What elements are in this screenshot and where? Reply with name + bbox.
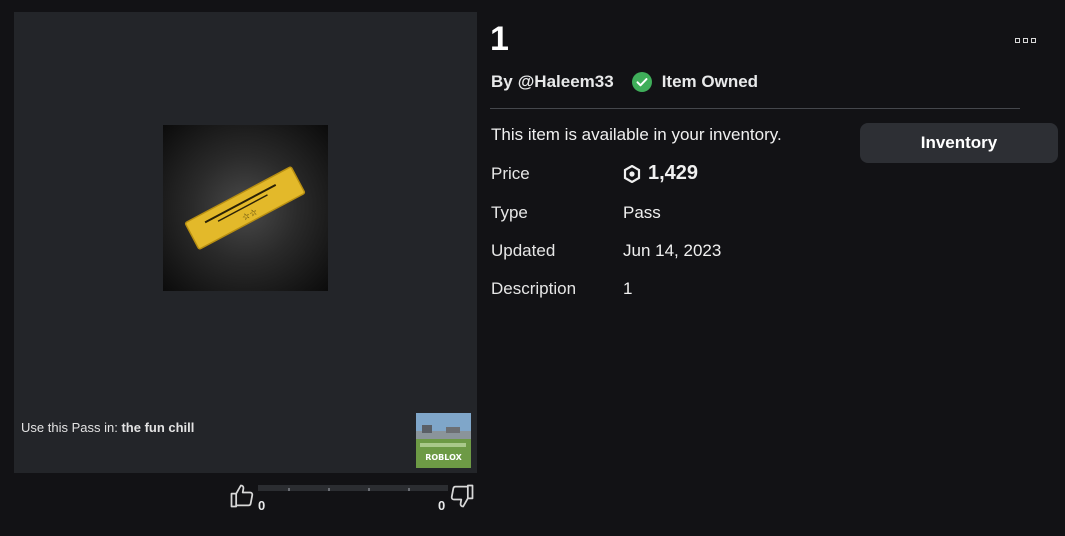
inventory-button[interactable]: Inventory bbox=[860, 123, 1058, 163]
updated-label: Updated bbox=[491, 241, 556, 260]
place-thumbnail[interactable]: ROBLOX bbox=[416, 413, 471, 468]
robux-icon bbox=[623, 164, 641, 183]
description-value: 1 bbox=[623, 279, 633, 298]
item-title: 1 bbox=[490, 20, 509, 58]
price-value: 1,429 bbox=[648, 162, 699, 184]
updated-value: Jun 14, 2023 bbox=[623, 241, 722, 260]
more-options-icon[interactable] bbox=[1015, 34, 1041, 46]
divider bbox=[490, 108, 1020, 109]
creator-link[interactable]: @Haleem33 bbox=[518, 72, 614, 92]
downvote-count: 0 bbox=[438, 498, 446, 513]
by-prefix: By bbox=[491, 72, 513, 91]
thumbs-down-icon[interactable] bbox=[448, 482, 476, 510]
upvote-count: 0 bbox=[258, 498, 266, 513]
item-owned-label: Item Owned bbox=[661, 72, 759, 91]
pass-image: ☆☆ bbox=[163, 125, 328, 291]
price-label: Price bbox=[491, 164, 530, 183]
place-thumb-logo: ROBLOX bbox=[425, 453, 462, 462]
item-thumbnail-panel: ☆☆ Use this Pass in: the fun chill ROBLO… bbox=[14, 12, 477, 473]
use-pass-prefix: Use this Pass in: bbox=[21, 420, 118, 435]
vote-ratio-bar bbox=[258, 485, 448, 491]
description-label: Description bbox=[491, 279, 577, 298]
type-value: Pass bbox=[623, 203, 661, 222]
use-pass-in-text: Use this Pass in: the fun chill bbox=[21, 420, 194, 435]
place-name-link[interactable]: the fun chill bbox=[121, 420, 194, 435]
vote-section: 0 0 bbox=[228, 482, 478, 522]
availability-text: This item is available in your inventory… bbox=[491, 125, 782, 144]
creator-row: By @Haleem33 Item Owned bbox=[491, 72, 758, 92]
check-circle-icon bbox=[631, 72, 652, 92]
price-value-row: 1,429 bbox=[623, 162, 698, 185]
type-label: Type bbox=[491, 203, 528, 222]
thumbs-up-icon[interactable] bbox=[228, 482, 256, 510]
